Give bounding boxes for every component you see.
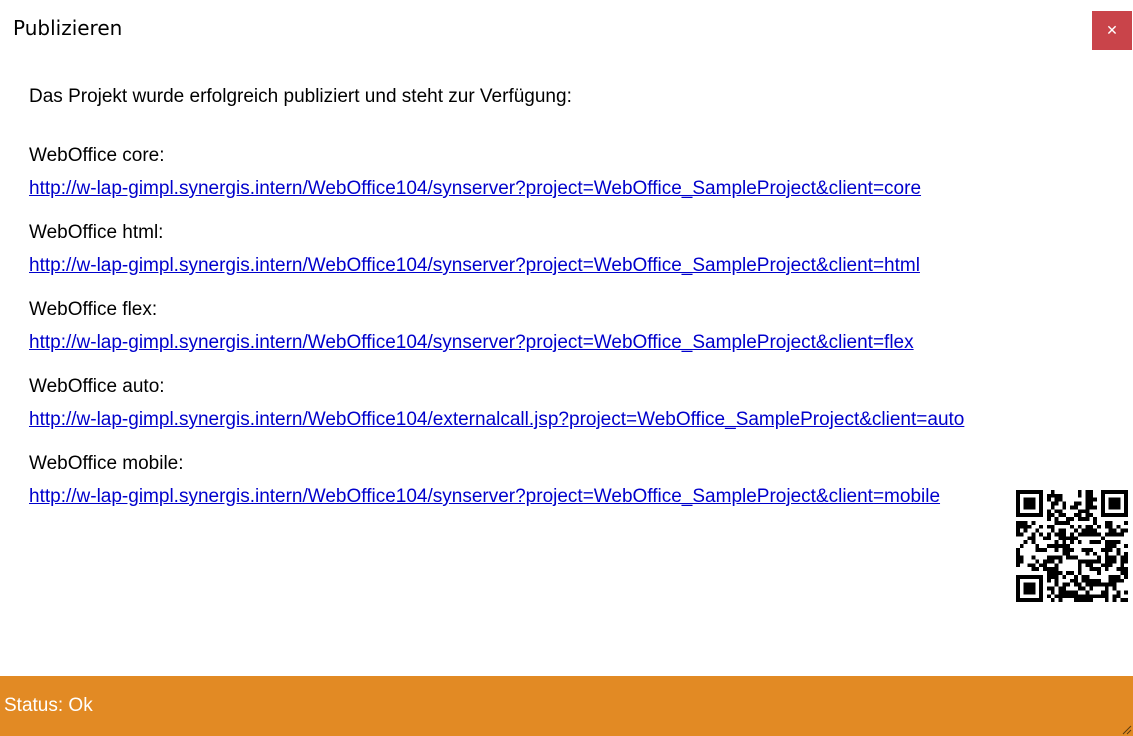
client-label: WebOffice auto: — [29, 376, 165, 397]
client-label: WebOffice core: — [29, 145, 165, 166]
status-text: Status: Ok — [4, 695, 93, 716]
client-label: WebOffice mobile: — [29, 453, 184, 474]
client-link-html[interactable]: http://w-lap-gimpl.synergis.intern/WebOf… — [29, 252, 920, 280]
close-button[interactable]: ✕ — [1092, 11, 1132, 50]
client-core: WebOffice core: http://w-lap-gimpl.syner… — [29, 142, 1109, 219]
client-link-auto[interactable]: http://w-lap-gimpl.synergis.intern/WebOf… — [29, 406, 964, 434]
client-mobile: WebOffice mobile: http://w-lap-gimpl.syn… — [29, 450, 1109, 527]
status-bar: Status: Ok — [0, 676, 1133, 736]
client-html: WebOffice html: http://w-lap-gimpl.syner… — [29, 219, 1109, 296]
client-link-flex[interactable]: http://w-lap-gimpl.synergis.intern/WebOf… — [29, 329, 914, 357]
client-label: WebOffice flex: — [29, 299, 158, 320]
dialog-content: Das Projekt wurde erfolgreich publiziert… — [29, 83, 1109, 527]
dialog-title: Publizieren — [13, 16, 123, 40]
intro-text: Das Projekt wurde erfolgreich publiziert… — [29, 86, 572, 107]
client-list: WebOffice core: http://w-lap-gimpl.syner… — [29, 142, 1109, 527]
client-auto: WebOffice auto: http://w-lap-gimpl.syner… — [29, 373, 1109, 450]
client-link-core[interactable]: http://w-lap-gimpl.synergis.intern/WebOf… — [29, 175, 921, 203]
qr-code-icon — [1016, 490, 1128, 602]
resize-grip-icon[interactable] — [1122, 725, 1132, 735]
dialog-titlebar: Publizieren ✕ — [0, 0, 1133, 58]
client-label: WebOffice html: — [29, 222, 164, 243]
close-icon: ✕ — [1106, 22, 1118, 39]
client-flex: WebOffice flex: http://w-lap-gimpl.syner… — [29, 296, 1109, 373]
client-link-mobile[interactable]: http://w-lap-gimpl.synergis.intern/WebOf… — [29, 483, 940, 511]
